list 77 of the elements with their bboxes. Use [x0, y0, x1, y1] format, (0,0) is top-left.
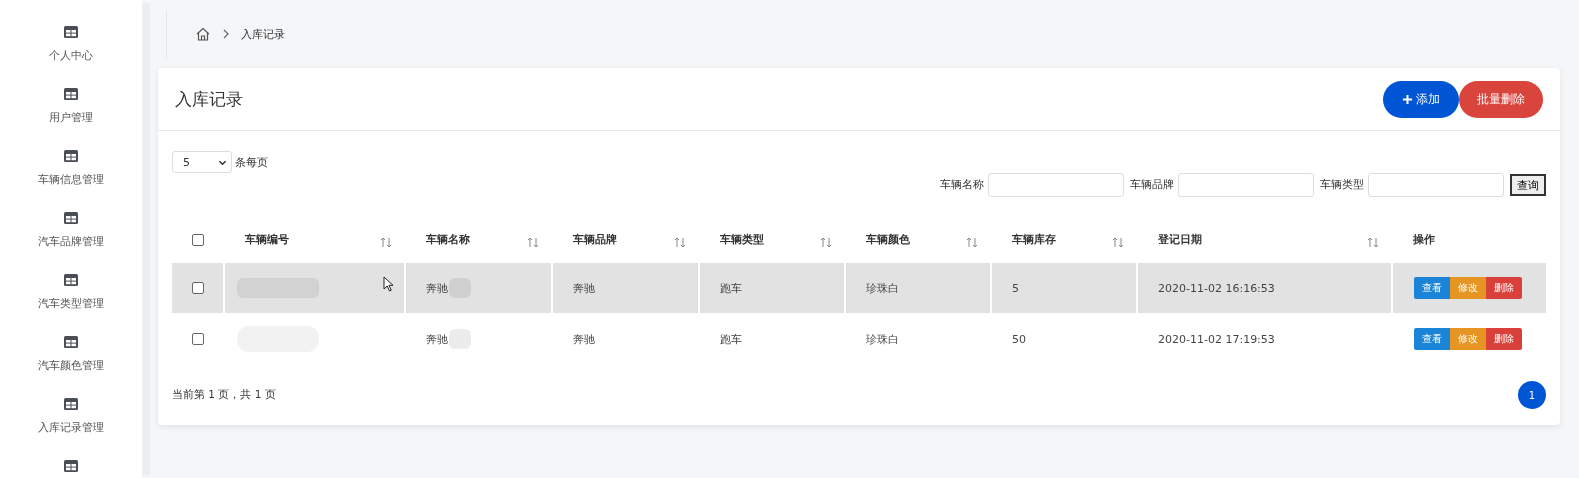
- table-icon: [63, 272, 79, 288]
- sort-icon: [527, 237, 539, 248]
- home-icon: [195, 26, 211, 42]
- table-cell: 珍珠白: [866, 280, 899, 296]
- sort-icon: [380, 237, 392, 248]
- sort-icon: [674, 237, 686, 248]
- column-header-cell[interactable]: 车辆名称: [406, 217, 553, 262]
- column-header: 车辆品牌: [573, 232, 617, 247]
- batch-delete-button[interactable]: 批量删除: [1459, 80, 1543, 118]
- view-button[interactable]: 查看: [1414, 328, 1450, 350]
- checkbox[interactable]: [192, 233, 204, 246]
- search-field[interactable]: [1178, 173, 1314, 197]
- table-icon: [63, 86, 79, 102]
- search-label: 车辆品牌: [1130, 178, 1174, 192]
- column-header: 车辆名称: [426, 232, 470, 247]
- sidebar-item[interactable]: 用户管理: [49, 110, 93, 125]
- page-button[interactable]: 1: [1518, 381, 1546, 409]
- breadcrumb-item[interactable]: 入库记录: [241, 26, 285, 42]
- delete-button[interactable]: 删除: [1486, 328, 1522, 350]
- table-cell: 50: [1012, 332, 1026, 346]
- checkbox[interactable]: [192, 282, 204, 294]
- sort-icon: [820, 237, 832, 248]
- column-header: 车辆类型: [720, 232, 764, 247]
- sort-icon: [966, 237, 978, 248]
- column-header-cell[interactable]: 登记日期: [1138, 217, 1393, 262]
- column-header-cell[interactable]: 车辆品牌: [553, 217, 700, 262]
- page-size-label: 条每页: [235, 154, 268, 170]
- table-icon: [63, 458, 79, 474]
- search-label: 车辆类型: [1320, 178, 1364, 192]
- sort-icon: [1112, 237, 1124, 248]
- table-icon: [63, 396, 79, 412]
- column-header-cell[interactable]: 车辆类型: [700, 217, 846, 262]
- sidebar-item[interactable]: 入库记录管理: [38, 420, 104, 435]
- table-cell: 2020-11-02 16:16:53: [1158, 281, 1275, 295]
- column-header: 车辆库存: [1012, 232, 1056, 247]
- column-header-cell[interactable]: 车辆库存: [992, 217, 1138, 262]
- table-cell: 2020-11-02 17:19:53: [1158, 332, 1275, 346]
- checkbox[interactable]: [192, 333, 204, 345]
- sidebar-item[interactable]: 汽车类型管理: [38, 296, 104, 311]
- plus-icon: [1402, 93, 1413, 105]
- sort-icon: [1367, 237, 1379, 248]
- add-button[interactable]: 添加: [1383, 80, 1459, 118]
- page-info: 当前第 1 页，共 1 页: [172, 388, 276, 402]
- search-field[interactable]: [1368, 173, 1504, 197]
- sidebar-item[interactable]: 车辆信息管理: [38, 172, 104, 187]
- view-button[interactable]: 查看: [1414, 277, 1450, 299]
- search-field[interactable]: [988, 173, 1124, 197]
- page-size-select[interactable]: 5: [172, 151, 232, 173]
- search-button[interactable]: 查询: [1510, 174, 1546, 196]
- column-header-cell[interactable]: 车辆编号: [225, 217, 406, 262]
- table-icon: [63, 334, 79, 350]
- table-icon: [63, 24, 79, 40]
- table-cell: 跑车: [720, 331, 742, 347]
- column-header-cell[interactable]: 操作: [1393, 217, 1546, 262]
- sidebar-item[interactable]: 个人中心: [49, 48, 93, 63]
- sidebar-item[interactable]: 汽车品牌管理: [38, 234, 104, 249]
- table-cell: 奔驰: [426, 280, 448, 296]
- column-header: 车辆编号: [245, 232, 289, 247]
- column-header: 车辆颜色: [866, 232, 910, 247]
- table-cell: 跑车: [720, 280, 742, 296]
- column-header: 操作: [1413, 232, 1435, 247]
- table-cell: 5: [1012, 281, 1019, 295]
- column-header: 登记日期: [1158, 232, 1202, 247]
- caret-down-icon: [218, 158, 227, 166]
- chevron-right-icon: [221, 29, 231, 39]
- table-icon: [63, 210, 79, 226]
- column-header-cell[interactable]: 车辆颜色: [846, 217, 992, 262]
- delete-button[interactable]: 删除: [1486, 277, 1522, 299]
- cursor-icon: [383, 276, 394, 292]
- table-cell: 奔驰: [573, 280, 595, 296]
- search-label: 车辆名称: [940, 178, 984, 192]
- table-cell: 珍珠白: [866, 331, 899, 347]
- table-icon: [63, 148, 79, 164]
- table-cell: 奔驰: [426, 331, 448, 347]
- card-title: 入库记录: [175, 87, 243, 111]
- table-cell: 奔驰: [573, 331, 595, 347]
- sidebar-item[interactable]: 汽车颜色管理: [38, 358, 104, 373]
